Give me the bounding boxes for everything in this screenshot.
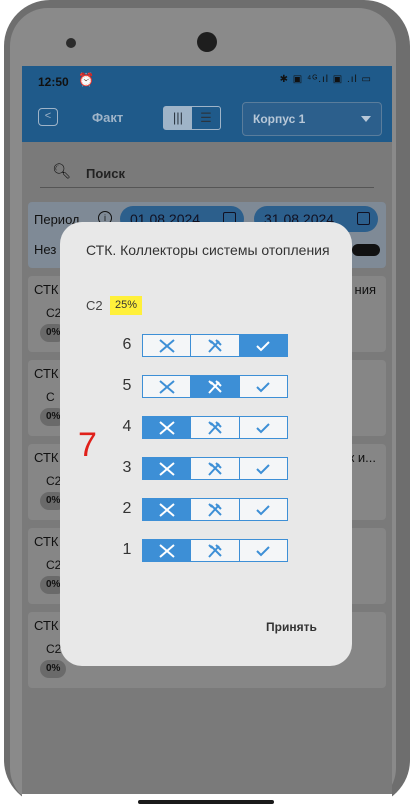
section-code: С2 [86, 298, 103, 313]
filter-toggle[interactable] [352, 244, 380, 256]
dialog-title: СТК. Коллекторы системы отопления [86, 242, 330, 258]
card-title: СТК [34, 282, 59, 297]
floor-status-selector [142, 375, 288, 398]
close-icon [157, 379, 177, 395]
check-icon [254, 380, 272, 394]
status-option-not-done[interactable] [143, 458, 192, 479]
tools-icon [205, 379, 225, 395]
close-icon [157, 502, 177, 518]
tools-icon [205, 461, 225, 477]
status-option-not-done[interactable] [143, 540, 192, 561]
status-bar: 12:50 ⏰ ✱ ▣ ⁴ᴳ.ıl ▣ .ıl ▭ [22, 66, 392, 96]
chevron-left-icon: < [44, 110, 52, 122]
status-option-in-progress[interactable] [191, 540, 240, 561]
search-field[interactable]: 🔍︎ Поиск [40, 158, 374, 188]
floor-status-selector [142, 334, 288, 357]
grid-view-icon[interactable]: ||| [164, 107, 192, 129]
status-option-done[interactable] [240, 499, 287, 520]
card-title: СТК [34, 534, 59, 549]
filter-label: Нез [34, 242, 57, 257]
status-option-done[interactable] [240, 376, 287, 397]
chevron-down-icon [361, 116, 371, 122]
check-icon [254, 339, 272, 353]
back-button[interactable]: < [38, 108, 58, 126]
accept-button[interactable]: Принять [266, 620, 317, 634]
floor-status-selector [142, 416, 288, 439]
status-option-in-progress[interactable] [191, 376, 240, 397]
check-icon [254, 503, 272, 517]
status-icons: ✱ ▣ ⁴ᴳ.ıl ▣ .ıl ▭ [279, 74, 372, 85]
tools-icon [205, 420, 225, 436]
front-camera [197, 32, 217, 52]
page-title: Факт [92, 110, 124, 125]
floor-status-selector [142, 498, 288, 521]
calendar-icon [357, 212, 370, 225]
floor-number: 6 [122, 336, 132, 353]
status-option-in-progress[interactable] [191, 499, 240, 520]
progress-badge: 25% [110, 296, 143, 315]
check-icon [254, 544, 272, 558]
floor-status-selector [142, 457, 288, 480]
floor-number: 3 [122, 459, 132, 476]
list-view-icon[interactable]: ☰ [192, 107, 220, 129]
card-title: СТК [34, 450, 59, 465]
status-option-not-done[interactable] [143, 417, 192, 438]
annotation-marker: 7 [78, 426, 97, 464]
floor-number: 5 [122, 377, 132, 394]
status-option-done[interactable] [240, 417, 287, 438]
building-select[interactable]: Корпус 1 [242, 102, 382, 136]
status-option-in-progress[interactable] [191, 335, 240, 356]
status-option-not-done[interactable] [143, 499, 192, 520]
alarm-icon: ⏰ [78, 72, 95, 87]
card-sub: С [46, 390, 55, 404]
tools-icon [205, 502, 225, 518]
close-icon [157, 543, 177, 559]
building-select-value: Корпус 1 [253, 112, 306, 126]
card-title-tail: к и... [348, 450, 376, 465]
sensor-dot [66, 38, 76, 48]
view-toggle: ||| ☰ [163, 106, 221, 130]
floor-status-dialog: СТК. Коллекторы системы отопления С2 25%… [60, 222, 352, 666]
status-option-not-done[interactable] [143, 376, 192, 397]
search-icon: 🔍︎ [52, 163, 72, 180]
close-icon [157, 461, 177, 477]
card-title: СТК [34, 366, 59, 381]
tools-icon [205, 543, 225, 559]
progress-badge: 0% [40, 660, 67, 678]
tools-icon [205, 338, 225, 354]
status-option-in-progress[interactable] [191, 458, 240, 479]
status-time: 12:50 [38, 75, 69, 89]
floor-number: 2 [122, 500, 132, 517]
check-icon [254, 421, 272, 435]
close-icon [157, 420, 177, 436]
floor-number: 4 [122, 418, 132, 435]
home-handle[interactable] [138, 800, 274, 804]
floor-number: 1 [122, 541, 132, 558]
card-title-tail: ния [354, 282, 376, 297]
floor-status-selector [142, 539, 288, 562]
card-title: СТК [34, 618, 59, 633]
status-option-done[interactable] [240, 458, 287, 479]
close-icon [157, 338, 177, 354]
status-option-in-progress[interactable] [191, 417, 240, 438]
search-input[interactable]: Поиск [86, 166, 125, 181]
status-option-done[interactable] [240, 540, 287, 561]
check-icon [254, 462, 272, 476]
status-option-not-done[interactable] [143, 335, 192, 356]
app-bar: < Факт ||| ☰ Корпус 1 [22, 96, 392, 142]
status-option-done[interactable] [239, 335, 287, 356]
